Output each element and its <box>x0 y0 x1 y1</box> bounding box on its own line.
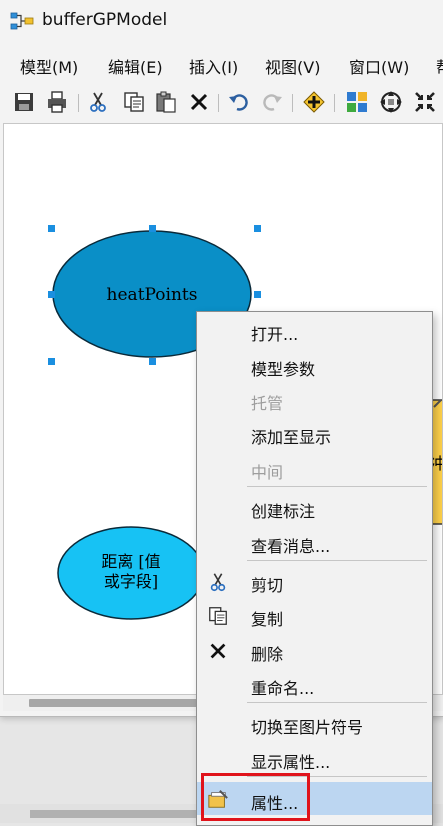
menu-item-view-messages[interactable]: 查看消息... <box>197 527 432 557</box>
toolbar-separator <box>292 94 293 112</box>
scrollbar-thumb[interactable] <box>30 810 200 818</box>
add-data-icon[interactable] <box>302 90 326 114</box>
menu-item-copy[interactable]: 复制 <box>197 600 432 630</box>
window-title: bufferGPModel <box>42 10 168 30</box>
menu-separator <box>247 560 427 561</box>
selection-handle[interactable] <box>254 291 261 298</box>
toolbar <box>0 86 443 118</box>
fixed-zoom-out-icon[interactable] <box>413 90 437 114</box>
distance-variable-label-line2: 或字段] <box>104 572 158 591</box>
model-builder-app-icon <box>10 12 34 30</box>
selection-handle[interactable] <box>48 291 55 298</box>
cut-icon <box>207 571 229 593</box>
annotation-highlight-box <box>201 773 310 821</box>
copy-icon <box>207 605 229 627</box>
menu-view[interactable]: 视图(V) <box>265 54 320 78</box>
menu-item-add-to-display[interactable]: 添加至显示 <box>197 418 432 448</box>
print-icon[interactable] <box>45 90 69 114</box>
cut-icon[interactable] <box>86 90 110 114</box>
menu-item-switch-to-picture-symbol[interactable]: 切换至图片符号 <box>197 708 432 738</box>
menu-item-create-label[interactable]: 创建标注 <box>197 492 432 522</box>
delete-icon[interactable] <box>187 90 211 114</box>
menu-model[interactable]: 模型(M) <box>20 54 78 78</box>
auto-layout-icon[interactable] <box>345 90 369 114</box>
distance-variable-label-line1: 距离 [值 <box>101 552 160 571</box>
menu-item-open[interactable]: 打开... <box>197 315 432 345</box>
menu-item-delete[interactable]: 删除 <box>197 635 432 665</box>
menu-separator <box>247 702 427 703</box>
menu-item-rename[interactable]: 重命名... <box>197 669 432 699</box>
selection-handle[interactable] <box>254 225 261 232</box>
menu-item-managed: 托管 <box>251 394 284 413</box>
heatpoints-label: heatPoints <box>107 285 198 305</box>
menu-item-cut[interactable]: 剪切 <box>197 566 432 596</box>
undo-icon[interactable] <box>227 90 251 114</box>
title-bar[interactable]: bufferGPModel <box>0 0 443 42</box>
menu-window[interactable]: 窗口(W) <box>349 54 409 78</box>
context-menu: 打开... 模型参数 托管 添加至显示 中间 创建标注 查看消息... 剪切 复… <box>196 311 433 826</box>
menu-help[interactable]: 帮 <box>436 54 443 78</box>
selection-handle[interactable] <box>48 225 55 232</box>
toolbar-separator <box>334 94 335 112</box>
toolbar-separator <box>218 94 219 112</box>
redo-icon <box>260 90 284 114</box>
paste-icon[interactable] <box>154 90 178 114</box>
menu-edit[interactable]: 编辑(E) <box>108 54 163 78</box>
menu-separator <box>247 486 427 487</box>
menu-insert[interactable]: 插入(I) <box>189 54 238 78</box>
menu-item-display-properties[interactable]: 显示属性... <box>197 743 432 773</box>
copy-icon[interactable] <box>122 90 146 114</box>
selection-handle[interactable] <box>149 358 156 365</box>
delete-icon <box>207 640 229 662</box>
scrollbar-thumb[interactable] <box>29 699 209 707</box>
menu-bar: 模型(M) 编辑(E) 插入(I) 视图(V) 窗口(W) 帮 <box>0 50 443 80</box>
save-icon[interactable] <box>12 90 36 114</box>
menu-item-intermediate: 中间 <box>251 463 284 482</box>
toolbar-separator <box>78 94 79 112</box>
selection-handle[interactable] <box>48 358 55 365</box>
selection-handle[interactable] <box>149 225 156 232</box>
full-extent-icon[interactable] <box>379 90 403 114</box>
menu-item-model-parameter[interactable]: 模型参数 <box>197 350 432 380</box>
